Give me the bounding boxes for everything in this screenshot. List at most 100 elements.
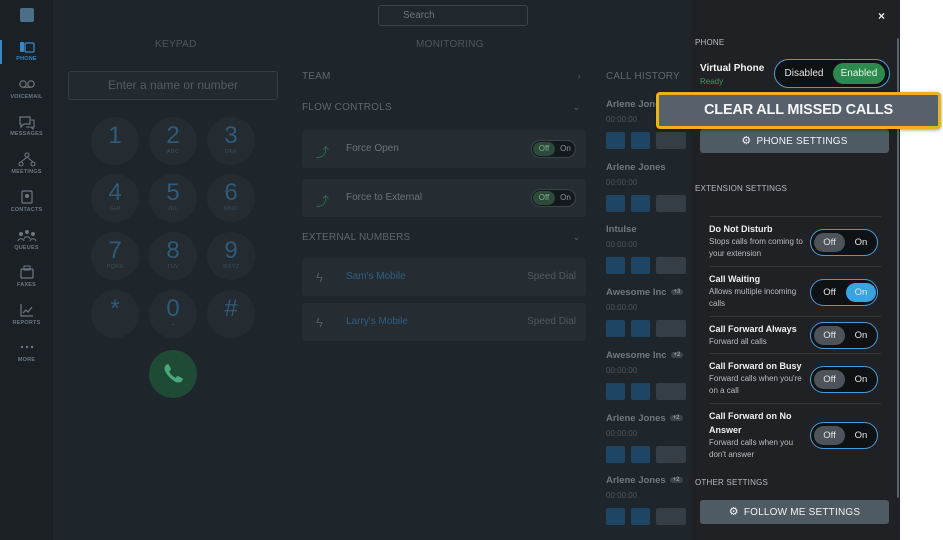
virtual-phone-toggle[interactable]: Disabled Enabled: [774, 59, 890, 88]
search-input[interactable]: Search: [378, 5, 528, 26]
call-history-item[interactable]: Intulse 00:00:00: [606, 224, 696, 274]
setting-toggle[interactable]: Off On: [810, 229, 878, 256]
external-larrys-mobile[interactable]: ϟ Larry's Mobile Speed Dial: [302, 303, 586, 341]
clear-all-missed-calls-button[interactable]: CLEAR ALL MISSED CALLS: [656, 92, 941, 129]
key-2[interactable]: 3 DEF: [207, 117, 255, 165]
call-button[interactable]: [149, 350, 197, 398]
call-actions: [606, 132, 696, 149]
key-digit: 8: [166, 237, 180, 264]
key-5[interactable]: 6 MNO: [207, 174, 255, 222]
key-10[interactable]: 0 +: [149, 290, 197, 338]
more-actions-button[interactable]: [656, 383, 686, 400]
key-4[interactable]: 5 JKL: [149, 174, 197, 222]
key-letters: JKL: [167, 206, 179, 212]
more-actions-button[interactable]: [656, 257, 686, 274]
key-letters: WXYZ: [222, 264, 240, 270]
message-button[interactable]: [631, 320, 650, 337]
call-history-item[interactable]: Arlene Jones +2 00:00:00: [606, 475, 696, 525]
key-6[interactable]: 7 PQRS: [91, 232, 139, 280]
force-open-toggle[interactable]: Off On: [531, 140, 576, 158]
more-actions-button[interactable]: [656, 508, 686, 525]
key-11[interactable]: #: [207, 290, 255, 338]
setting-row: Call Forward on Busy Forward calls when y…: [709, 353, 881, 403]
setting-row: Call Forward Always Forward all calls Off O…: [709, 316, 881, 353]
call-history-item[interactable]: Awesome Inc +3 00:00:00: [606, 287, 696, 337]
nav-queues[interactable]: QUEUES: [0, 227, 53, 261]
nav-faxes[interactable]: FAXES: [0, 264, 53, 298]
call-history-item[interactable]: Arlene Jones 00:00:00: [606, 162, 696, 212]
call-history-title: CALL HISTORY: [606, 71, 680, 82]
team-section-header[interactable]: TEAM ›: [302, 71, 585, 82]
nav-messages[interactable]: MESSAGES: [0, 113, 53, 147]
setting-title: Call Forward Always: [709, 324, 797, 334]
call-back-button[interactable]: [606, 508, 625, 525]
message-button[interactable]: [631, 132, 650, 149]
message-button[interactable]: [631, 446, 650, 463]
message-button[interactable]: [631, 508, 650, 525]
reports-icon: [20, 304, 33, 317]
call-history-item[interactable]: Arlene Jones +2 00:00:00: [606, 413, 696, 463]
call-duration: 00:00:00: [606, 303, 638, 312]
flow-controls-header[interactable]: FLOW CONTROLS ⌄: [302, 102, 585, 113]
key-9[interactable]: *: [91, 290, 139, 338]
follow-me-settings-button[interactable]: ⚙ FOLLOW ME SETTINGS: [700, 500, 889, 524]
key-letters: PQRS: [106, 264, 124, 270]
setting-toggle[interactable]: Off On: [810, 366, 878, 393]
more-actions-button[interactable]: [656, 195, 686, 212]
nav-contacts[interactable]: CONTACTS: [0, 189, 53, 223]
key-digit: *: [110, 295, 120, 322]
more-actions-button[interactable]: [656, 320, 686, 337]
close-button[interactable]: ×: [878, 9, 885, 23]
message-button[interactable]: [631, 257, 650, 274]
key-1[interactable]: 2 ABC: [149, 117, 197, 165]
call-duration: 00:00:00: [606, 429, 638, 438]
call-back-button[interactable]: [606, 132, 625, 149]
setting-row: Do Not Disturb Stops calls from coming to…: [709, 216, 881, 266]
nav-voicemail[interactable]: VOICEMAIL: [0, 76, 53, 110]
more-actions-button[interactable]: [656, 446, 686, 463]
caller-name: Arlene Jones: [606, 162, 666, 173]
nav-more[interactable]: MORE: [0, 339, 53, 373]
lightning-icon: ϟ: [316, 270, 323, 285]
key-0[interactable]: 1: [91, 117, 139, 165]
key-3[interactable]: 4 GHI: [91, 174, 139, 222]
dial-input[interactable]: Enter a name or number: [68, 71, 278, 100]
call-duration: 00:00:00: [606, 240, 638, 249]
key-8[interactable]: 9 WXYZ: [207, 232, 255, 280]
setting-title: Do Not Disturb: [709, 224, 773, 234]
gear-icon: ⚙: [728, 506, 739, 518]
setting-toggle[interactable]: Off On: [810, 279, 878, 306]
external-sams-mobile[interactable]: ϟ Sam's Mobile Speed Dial: [302, 258, 586, 296]
nav-reports[interactable]: REPORTS: [0, 302, 53, 336]
meetings-icon: [18, 152, 36, 167]
key-letters: +: [171, 322, 175, 328]
call-history-item[interactable]: Awesome Inc +2 00:00:00: [606, 350, 696, 400]
call-back-button[interactable]: [606, 257, 625, 274]
message-button[interactable]: [631, 195, 650, 212]
messages-icon: [19, 116, 35, 131]
nav-phone[interactable]: PHONE: [0, 38, 53, 72]
call-back-button[interactable]: [606, 195, 625, 212]
external-numbers-header[interactable]: EXTERNAL NUMBERS ⌄: [302, 232, 585, 243]
call-back-button[interactable]: [606, 446, 625, 463]
key-digit: 3: [224, 122, 238, 149]
more-actions-button[interactable]: [656, 132, 686, 149]
tab-keypad[interactable]: KEYPAD: [155, 39, 197, 50]
message-button[interactable]: [631, 383, 650, 400]
force-external-toggle[interactable]: Off On: [531, 189, 576, 207]
setting-toggle[interactable]: Off On: [810, 422, 878, 449]
call-duration: 00:00:00: [606, 491, 638, 500]
phone-settings-button[interactable]: ⚙ PHONE SETTINGS: [700, 129, 889, 153]
tab-monitoring[interactable]: MONITORING: [416, 39, 484, 50]
key-7[interactable]: 8 TUV: [149, 232, 197, 280]
chevron-right-icon: ›: [577, 71, 581, 82]
key-digit: 1: [108, 122, 122, 149]
setting-title: Call Waiting: [709, 274, 761, 284]
nav-meetings[interactable]: MEETINGS: [0, 151, 53, 185]
phone-heading: PHONE: [695, 38, 725, 47]
call-back-button[interactable]: [606, 383, 625, 400]
key-letters: ABC: [166, 149, 180, 155]
call-back-button[interactable]: [606, 320, 625, 337]
setting-toggle[interactable]: Off On: [810, 322, 878, 349]
chevron-down-icon: ⌄: [572, 102, 581, 113]
